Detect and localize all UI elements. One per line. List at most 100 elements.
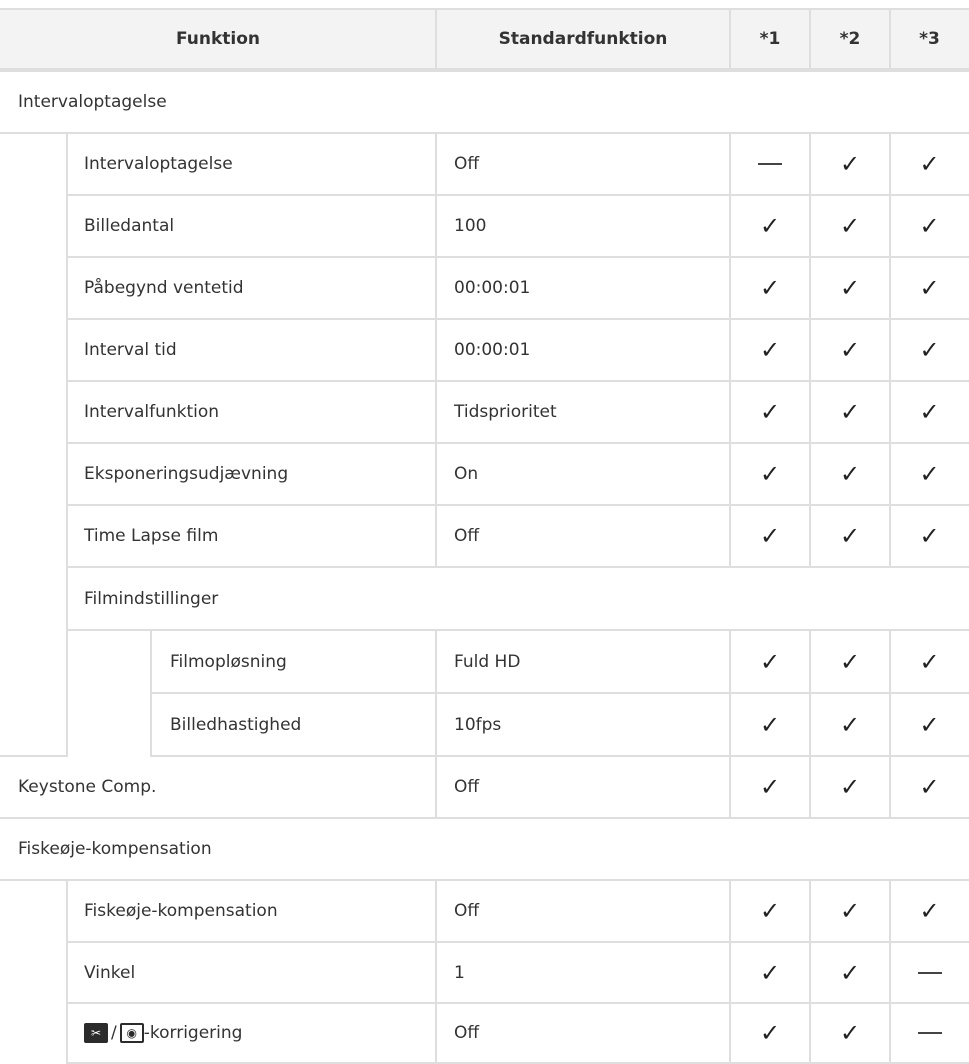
- check-mark: ✓: [759, 897, 781, 925]
- header-function: Funktion: [0, 8, 436, 72]
- row-default: Off: [436, 134, 730, 196]
- row-default: 00:00:01: [436, 258, 730, 320]
- header-default: Standardfunktion: [436, 8, 730, 72]
- check-mark: ✓: [759, 522, 781, 550]
- row-label: Vinkel: [66, 943, 436, 1004]
- indent-cell: [0, 134, 66, 757]
- column-divider: [809, 881, 811, 1064]
- mark-cell-3: ✓: [890, 382, 969, 444]
- subsection-filmindstillinger: Filmindstillinger: [66, 568, 969, 631]
- mark-cell-1: ✓: [730, 943, 810, 1004]
- check-mark: ✓: [839, 1019, 861, 1047]
- mark-cell-1: ✓: [730, 258, 810, 320]
- row-label-with-icons: ✂ / ◉ -korrigering: [66, 1004, 436, 1064]
- mark-cell-1: ✓: [730, 196, 810, 258]
- row-default: Off: [436, 881, 730, 943]
- mark-cell-3: ✓: [890, 694, 969, 757]
- column-divider: [889, 134, 891, 568]
- row-label: Intervalfunktion: [66, 382, 436, 444]
- mark-cell-2: ✓: [810, 196, 890, 258]
- check-mark: ✓: [839, 150, 861, 178]
- column-divider: [809, 631, 811, 819]
- column-divider: [435, 631, 437, 819]
- mark-cell-2: ✓: [810, 881, 890, 943]
- mark-cell-1: ✓: [730, 757, 810, 819]
- mark-cell-1: ✓: [730, 631, 810, 694]
- mark-cell-2: ✓: [810, 134, 890, 196]
- fisheye-correction-icon: ◉: [119, 1023, 144, 1043]
- mark-cell-2: ✓: [810, 757, 890, 819]
- mark-cell-2: ✓: [810, 631, 890, 694]
- check-mark: ✓: [839, 460, 861, 488]
- mark-cell-1: ✓: [730, 694, 810, 757]
- row-label: Time Lapse film: [66, 506, 436, 568]
- column-divider: [809, 134, 811, 568]
- header-divider: [889, 8, 891, 72]
- mark-cell-2: ✓: [810, 444, 890, 506]
- mark-cell-1: ✓: [730, 881, 810, 943]
- check-mark: ✓: [839, 212, 861, 240]
- slash-separator: /: [111, 1023, 117, 1043]
- mark-cell-3: ✓: [890, 506, 969, 568]
- row-default: Fuld HD: [436, 631, 730, 694]
- check-mark: ✓: [919, 522, 940, 550]
- mark-cell-2: ✓: [810, 943, 890, 1004]
- mark-cell-3: ✓: [890, 631, 969, 694]
- check-mark: ✓: [839, 958, 861, 987]
- row-default: 1: [436, 943, 730, 1004]
- header-col1: *1: [730, 8, 810, 72]
- check-mark: ✓: [839, 336, 861, 364]
- column-divider: [729, 134, 731, 568]
- row-label: Intervaloptagelse: [66, 134, 436, 196]
- check-mark: ✓: [759, 336, 781, 364]
- header-divider: [729, 8, 731, 72]
- mark-cell-3: ✓: [890, 320, 969, 382]
- column-divider: [729, 631, 731, 819]
- mark-cell-3: ✓: [890, 134, 969, 196]
- column-divider: [729, 881, 731, 1064]
- check-mark: ✓: [759, 212, 781, 240]
- section-fiskeoje-kompensation: Fiskeøje-kompensation: [0, 819, 969, 881]
- check-mark: ✓: [919, 773, 940, 801]
- check-mark: ✓: [759, 958, 781, 987]
- section-intervaloptagelse: Intervaloptagelse: [0, 72, 969, 134]
- column-divider: [889, 881, 891, 1064]
- check-mark: ✓: [919, 897, 940, 925]
- settings-table: Funktion Standardfunktion *1 *2 *3 Inter…: [0, 0, 969, 1064]
- mark-cell-1: [730, 134, 810, 196]
- mark-cell-1: ✓: [730, 506, 810, 568]
- check-mark: ✓: [759, 647, 781, 676]
- row-default: Off: [436, 506, 730, 568]
- row-default: 10fps: [436, 694, 730, 757]
- row-label: Fiskeøje-kompensation: [66, 881, 436, 943]
- check-mark: ✓: [919, 336, 940, 364]
- mark-cell-2: ✓: [810, 382, 890, 444]
- check-mark: ✓: [919, 460, 940, 488]
- row-default: Off: [436, 1004, 730, 1064]
- check-mark: ✓: [759, 773, 781, 801]
- check-mark: ✓: [759, 274, 781, 302]
- row-label: Interval tid: [66, 320, 436, 382]
- check-mark: ✓: [759, 710, 781, 739]
- mark-cell-3: ✓: [890, 196, 969, 258]
- mark-cell-1: ✓: [730, 1004, 810, 1064]
- row-default: On: [436, 444, 730, 506]
- mark-cell-2: ✓: [810, 1004, 890, 1064]
- indent-cell: [0, 881, 66, 1064]
- mark-cell-3: ✓: [890, 444, 969, 506]
- check-mark: ✓: [839, 710, 861, 739]
- mark-cell-2: ✓: [810, 694, 890, 757]
- check-mark: ✓: [759, 1019, 781, 1047]
- row-label: Billedantal: [66, 196, 436, 258]
- dash-mark: [758, 163, 782, 165]
- dash-mark: [917, 971, 942, 974]
- check-mark: ✓: [919, 212, 940, 240]
- row-default: 100: [436, 196, 730, 258]
- dash-mark: [917, 1032, 942, 1034]
- mark-cell-2: ✓: [810, 506, 890, 568]
- mark-cell-3: ✓: [890, 757, 969, 819]
- check-mark: ✓: [839, 522, 861, 550]
- row-default: Off: [436, 757, 730, 819]
- column-divider: [435, 881, 437, 1064]
- mark-cell-3: [890, 1004, 969, 1064]
